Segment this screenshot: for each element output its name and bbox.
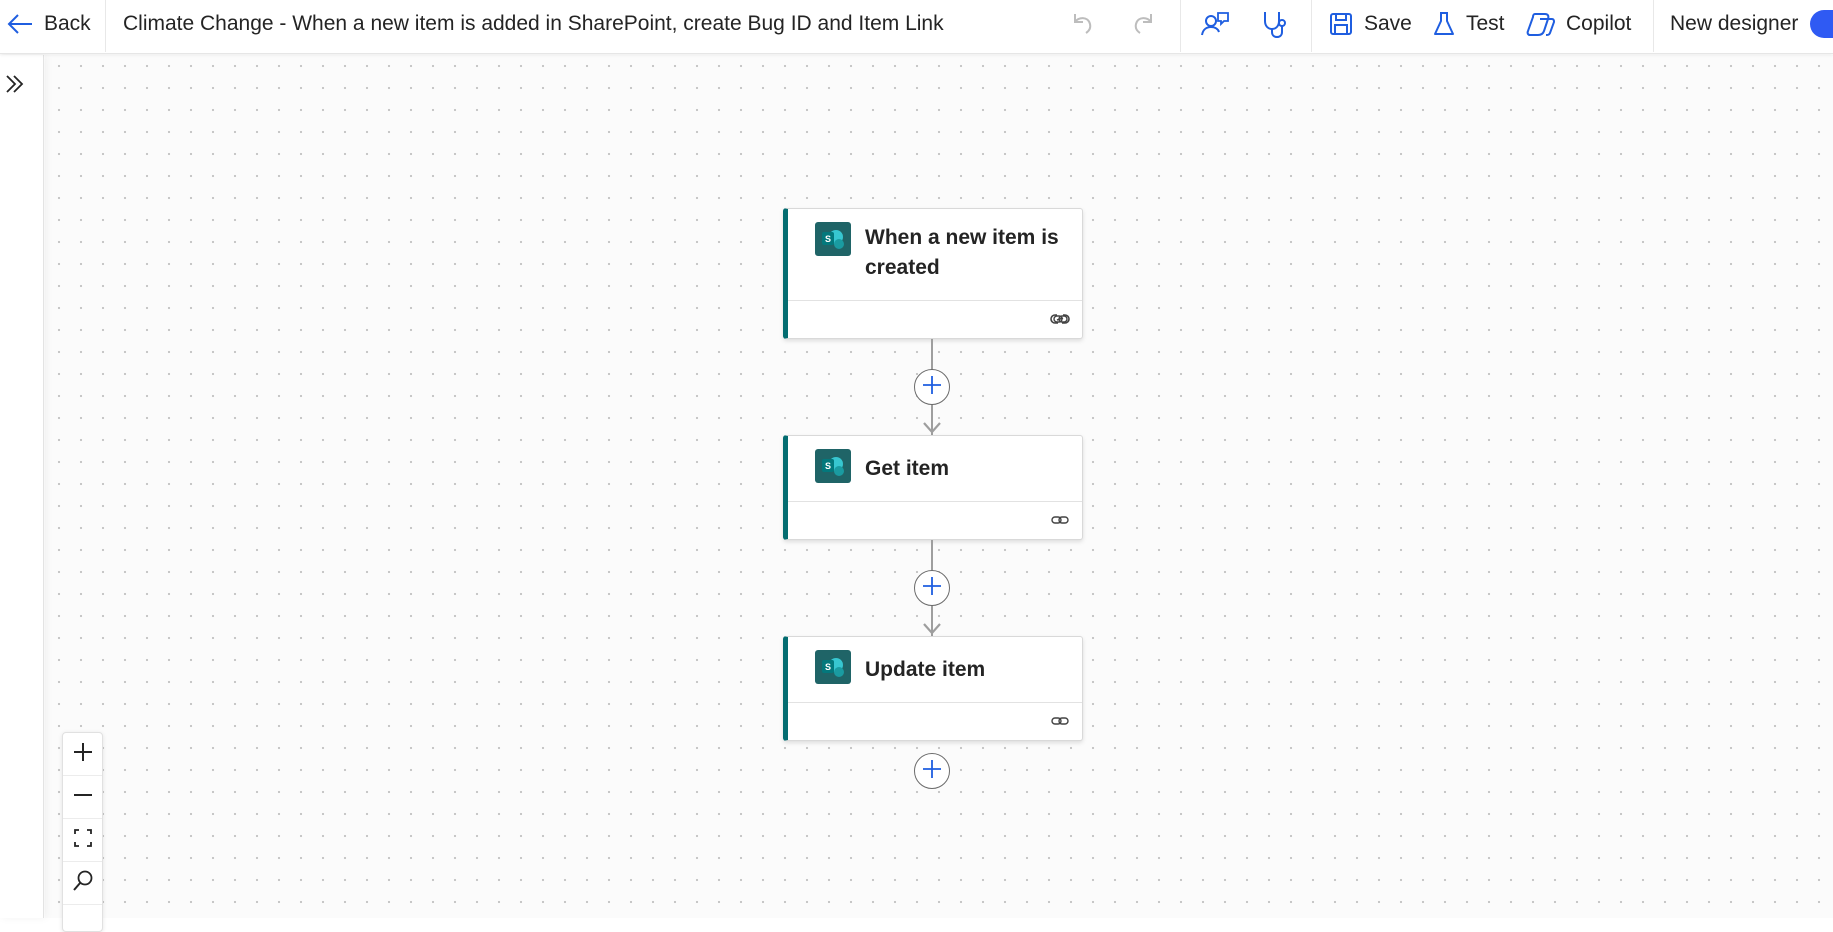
sharepoint-icon: S (815, 449, 851, 483)
svg-text:S: S (825, 461, 831, 471)
new-designer-toggle[interactable] (1810, 10, 1833, 38)
minus-icon (72, 784, 94, 811)
double-chevron-right-icon (4, 75, 26, 100)
svg-text:S: S (825, 234, 831, 244)
undo-icon (1068, 10, 1096, 38)
new-designer-label: New designer (1670, 12, 1799, 35)
step-title: When a new item is created (865, 226, 1059, 279)
person-feedback-icon (1200, 10, 1230, 38)
divider (1180, 0, 1181, 52)
step-title: Get item (865, 457, 950, 480)
flow-step-card[interactable]: S When a new item is created (783, 208, 1083, 339)
flow-title[interactable]: Climate Change - When a new item is adde… (123, 0, 944, 48)
test-button[interactable]: Test (1432, 0, 1505, 48)
beaker-icon (1432, 10, 1456, 38)
divider (105, 0, 106, 52)
stethoscope-icon (1260, 9, 1288, 39)
step-header: S Get item (788, 436, 1082, 502)
step-footer (788, 502, 1082, 540)
plus-icon (72, 741, 94, 768)
fit-view-button[interactable] (63, 819, 102, 862)
zoom-in-button[interactable] (63, 733, 102, 776)
link-icon[interactable] (1049, 512, 1071, 533)
link-icon[interactable] (1049, 311, 1071, 332)
flow-step-card[interactable]: S Update item (783, 636, 1083, 741)
expand-panel-button[interactable] (4, 72, 26, 101)
step-title: Update item (865, 658, 986, 681)
add-step-button[interactable] (914, 753, 950, 789)
flow-step-card[interactable]: S Get item (783, 435, 1083, 540)
plus-icon (921, 575, 943, 602)
save-button[interactable]: Save (1328, 0, 1412, 48)
save-icon (1328, 11, 1354, 37)
flow-checker-button[interactable] (1200, 0, 1230, 48)
search-button[interactable] (63, 862, 102, 905)
zoom-controls (62, 732, 103, 932)
step-footer (788, 301, 1082, 339)
arrow-left-icon (6, 12, 34, 36)
copilot-icon (1526, 10, 1556, 38)
copilot-label: Copilot (1566, 12, 1632, 35)
left-panel-rail (0, 55, 44, 918)
plus-icon (921, 758, 943, 785)
back-button[interactable]: Back (6, 0, 91, 48)
sharepoint-icon: S (815, 222, 851, 256)
redo-icon (1130, 10, 1158, 38)
sharepoint-icon: S (815, 650, 851, 684)
search-icon (71, 869, 95, 898)
step-footer (788, 703, 1082, 741)
command-bar: Back Climate Change - When a new item is… (0, 0, 1833, 54)
redo-button[interactable] (1130, 0, 1158, 48)
fit-screen-icon (73, 828, 93, 853)
back-label: Back (44, 12, 91, 35)
link-icon[interactable] (1049, 713, 1071, 734)
step-header: S Update item (788, 637, 1082, 703)
zoom-out-button[interactable] (63, 776, 102, 819)
add-step-button[interactable] (914, 570, 950, 606)
flow-health-button[interactable] (1260, 0, 1288, 48)
svg-text:S: S (825, 662, 831, 672)
copilot-button[interactable]: Copilot (1526, 0, 1631, 48)
add-step-button[interactable] (914, 369, 950, 405)
test-label: Test (1466, 12, 1505, 35)
save-label: Save (1364, 12, 1412, 35)
divider (1653, 0, 1654, 52)
step-header: S When a new item is created (788, 209, 1082, 301)
undo-button[interactable] (1068, 0, 1096, 48)
plus-icon (921, 374, 943, 401)
divider (1311, 0, 1312, 52)
